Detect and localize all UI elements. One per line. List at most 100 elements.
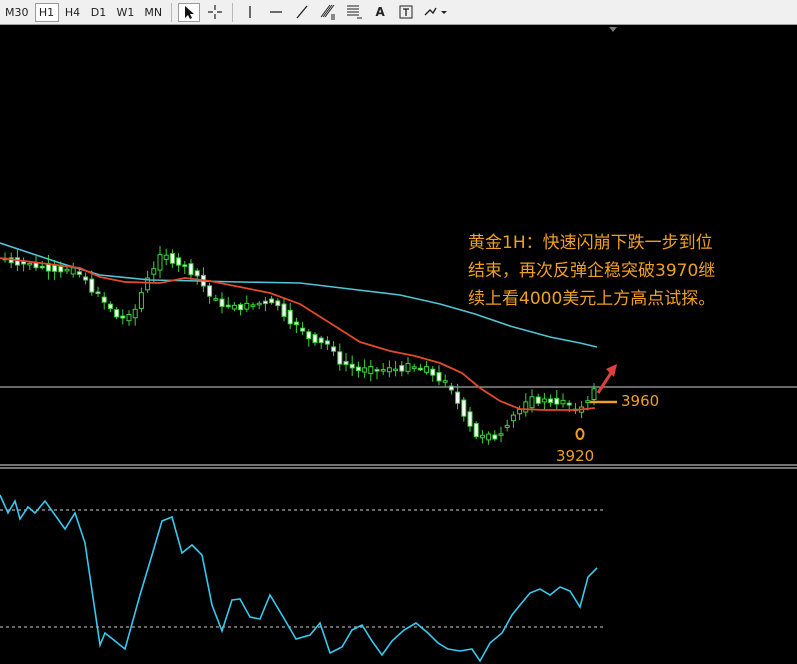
candle-body [424,366,430,373]
chart-toolbar: M30 H1 H4 D1 W1 MN A [0,0,797,25]
candle-body [498,433,504,436]
candle-body [374,369,380,372]
candle-body [399,365,405,372]
price-label-3960: 3960 [621,392,659,410]
candle-body [176,257,182,266]
candle-body [126,314,132,322]
candle-body [436,372,442,382]
candle-body [368,366,374,375]
candle-body [554,398,560,405]
candle-body [83,276,89,281]
candle-body [560,399,566,405]
candle-body [380,369,386,372]
candle-body [411,366,417,369]
price-label-3920: 3920 [556,447,594,465]
candle-body [151,268,157,275]
fibonacci-icon[interactable] [317,3,339,22]
candle-body [324,340,330,345]
candle-body [188,263,194,276]
candle-body [442,380,448,383]
timeframe-d1[interactable]: D1 [87,3,111,22]
annotation-line-1: 黄金1H：快速闪崩下跌一步到位 [468,233,713,253]
candle-body [238,304,244,311]
timeframe-w1[interactable]: W1 [113,3,139,22]
candle-body [448,385,454,391]
candle-body [250,304,256,307]
candle-body [362,367,368,373]
text-tool-label: A [375,5,385,19]
candle-body [479,434,485,439]
candle-body [225,304,231,308]
candle-body [535,396,541,404]
candle-body [492,434,498,440]
price-chart[interactable]: 3960 3920 黄金1H：快速闪崩下跌一步到位 结束，再次反弹企稳突破397… [0,25,797,664]
candle-body [386,367,392,373]
candle-body [306,331,312,340]
candle-body [269,298,275,304]
text-label-icon[interactable] [395,3,417,22]
annotation-line-3: 续上看4000美元上方高点试探。 [468,289,715,309]
candle-body [585,400,591,404]
candle-body [300,327,306,332]
timeframe-m30[interactable]: M30 [1,3,33,22]
candle-body [27,262,33,266]
candle-body [163,254,169,260]
candle-body [318,337,324,344]
candle-body [95,291,101,294]
candle-body [281,303,287,317]
candle-body [138,292,144,309]
timeframe-h4[interactable]: H4 [61,3,85,22]
candle-body [262,300,268,305]
cursor-icon[interactable] [178,2,201,22]
candle-body [52,264,58,272]
candle-body [393,368,399,372]
candle-body [64,268,70,272]
candle-body [517,408,523,415]
candle-body [355,366,361,372]
candle-body [76,271,82,275]
candle-body [89,278,95,293]
timeframe-mn[interactable]: MN [140,3,166,22]
toolbar-divider [232,2,234,22]
candle-body [455,391,461,404]
candle-body [486,433,492,441]
candle-body [548,398,554,403]
candle-body [231,304,237,310]
candle-body [467,411,473,427]
timeframe-h1[interactable]: H1 [34,2,59,22]
candle-body [132,308,138,319]
candle-body [417,367,423,371]
candle-body [523,401,529,413]
annotation-line-2: 结束，再次反弹企稳突破3970继 [468,261,715,281]
vertical-line-icon[interactable] [239,3,261,22]
candle-body [349,363,355,369]
crosshair-icon[interactable] [204,3,226,22]
candle-body [256,302,262,306]
horizontal-line-icon[interactable] [265,3,287,22]
candle-body [337,351,343,365]
candle-body [529,396,535,409]
candle-body [58,265,64,273]
candle-body [101,296,107,303]
candle-body [541,398,547,403]
candle-body [70,267,76,275]
candle-body [430,368,436,376]
candle-body [169,253,175,264]
candle-body [182,264,188,267]
candle-body [275,300,281,307]
candle-body [504,424,510,428]
trendline-icon[interactable] [291,3,313,22]
candle-body [213,298,219,301]
toolbar-divider [171,2,173,22]
candle-body [510,414,516,422]
candle-body [473,423,479,438]
fibo-fan-icon[interactable] [343,3,365,22]
arrows-icon[interactable] [421,3,449,22]
candle-body [219,298,225,308]
candle-body [293,321,299,326]
candle-body [312,334,318,343]
text-icon[interactable]: A [369,3,391,22]
candle-body [331,346,337,352]
candle-body [194,270,200,277]
candle-body [39,265,45,269]
